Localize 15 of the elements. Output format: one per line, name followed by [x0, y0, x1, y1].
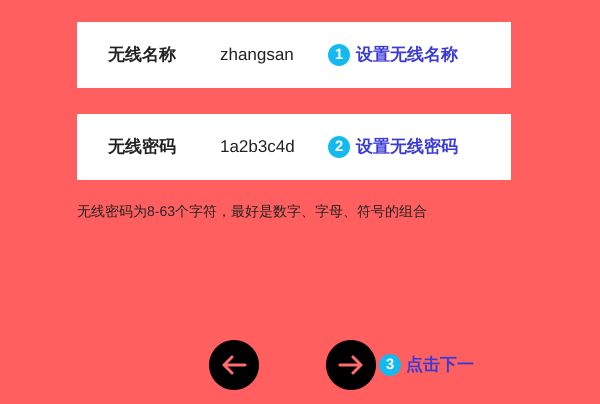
hint-text: 无线密码为8-63个字符，最好是数字、字母、符号的组合 — [77, 202, 428, 220]
next-button[interactable] — [326, 340, 376, 390]
right-arrow-icon — [338, 356, 362, 374]
annotation-text: 设置无线密码 — [356, 136, 458, 158]
annotation-text: 点击下一 — [406, 354, 474, 376]
annotation-text: 设置无线名称 — [356, 44, 458, 66]
step-badge: 3 — [379, 354, 401, 376]
left-arrow-icon — [222, 356, 246, 374]
step-badge: 1 — [328, 44, 350, 66]
field-value[interactable]: zhangsan — [220, 42, 328, 68]
field-value[interactable]: 1a2b3c4d — [220, 134, 328, 160]
back-button[interactable] — [209, 340, 259, 390]
field-label: 无线密码 — [108, 136, 177, 158]
step-badge: 2 — [328, 136, 350, 158]
field-label: 无线名称 — [108, 44, 177, 66]
